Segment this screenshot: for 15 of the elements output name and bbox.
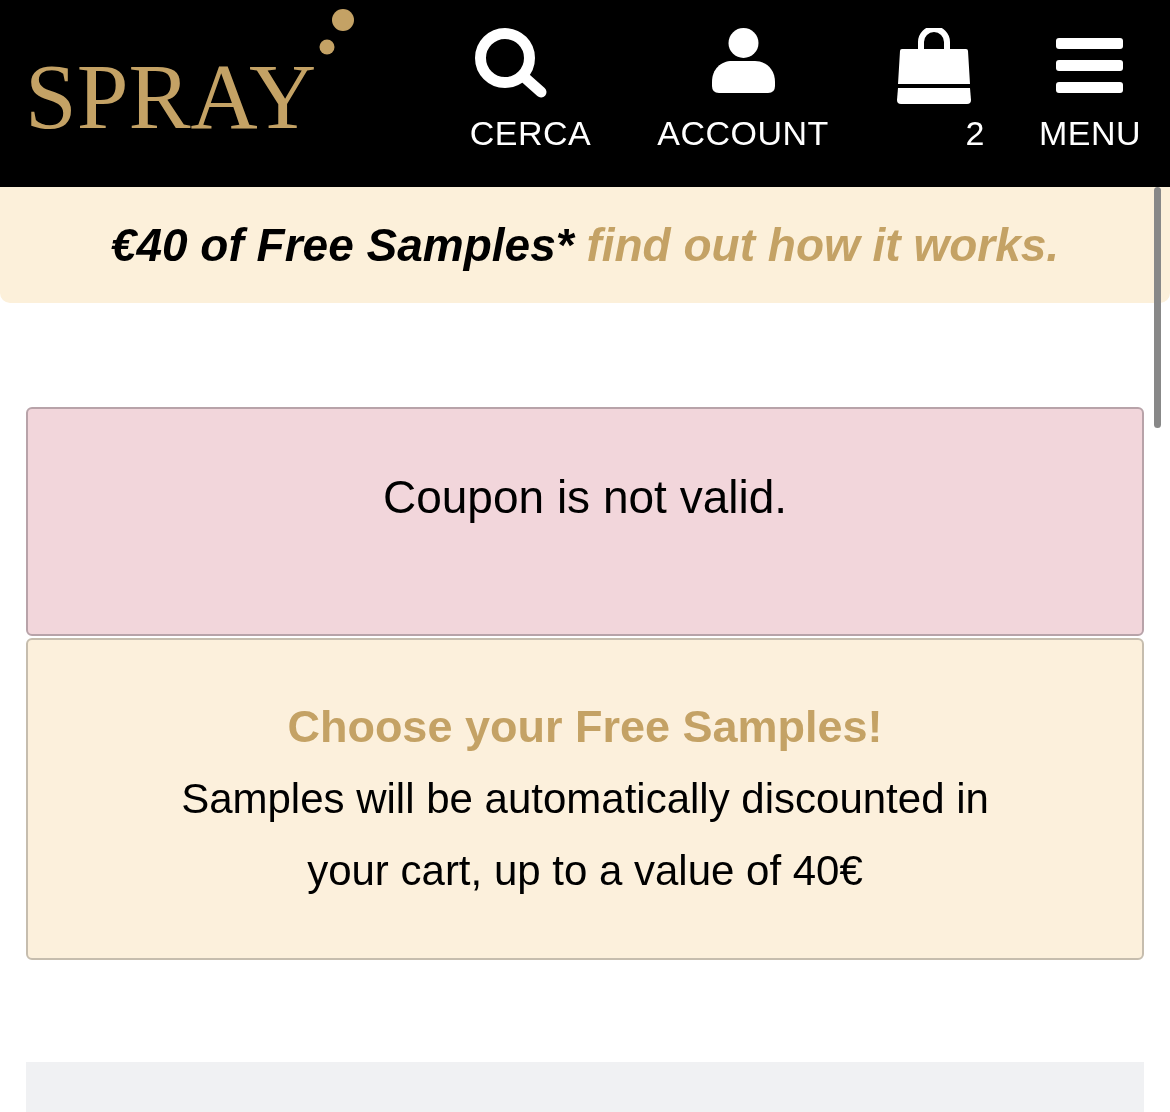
alert-message: Samples will be automatically discounted in your cart, up to a value of 40€ bbox=[180, 774, 990, 896]
search-button[interactable]: CERCA bbox=[469, 28, 592, 150]
account-button[interactable]: ACCOUNT bbox=[657, 28, 829, 150]
alert-message: Coupon is not valid. bbox=[382, 470, 788, 525]
scrollbar-thumb[interactable] bbox=[1154, 187, 1161, 428]
menu-button[interactable]: MENU bbox=[1038, 28, 1141, 150]
alert-title: Choose your Free Samples! bbox=[286, 700, 884, 754]
dots-icon bbox=[317, 8, 356, 56]
search-icon bbox=[474, 28, 548, 98]
person-icon bbox=[711, 28, 775, 93]
menu-icon bbox=[1056, 38, 1124, 93]
shopping-bag-icon bbox=[894, 28, 973, 104]
cart-button[interactable]: 2 bbox=[894, 28, 985, 150]
logo-wordmark[interactable]: SPRAY bbox=[25, 50, 317, 143]
promo-text: €40 of Free Samples* find out how it works. bbox=[110, 218, 1060, 272]
